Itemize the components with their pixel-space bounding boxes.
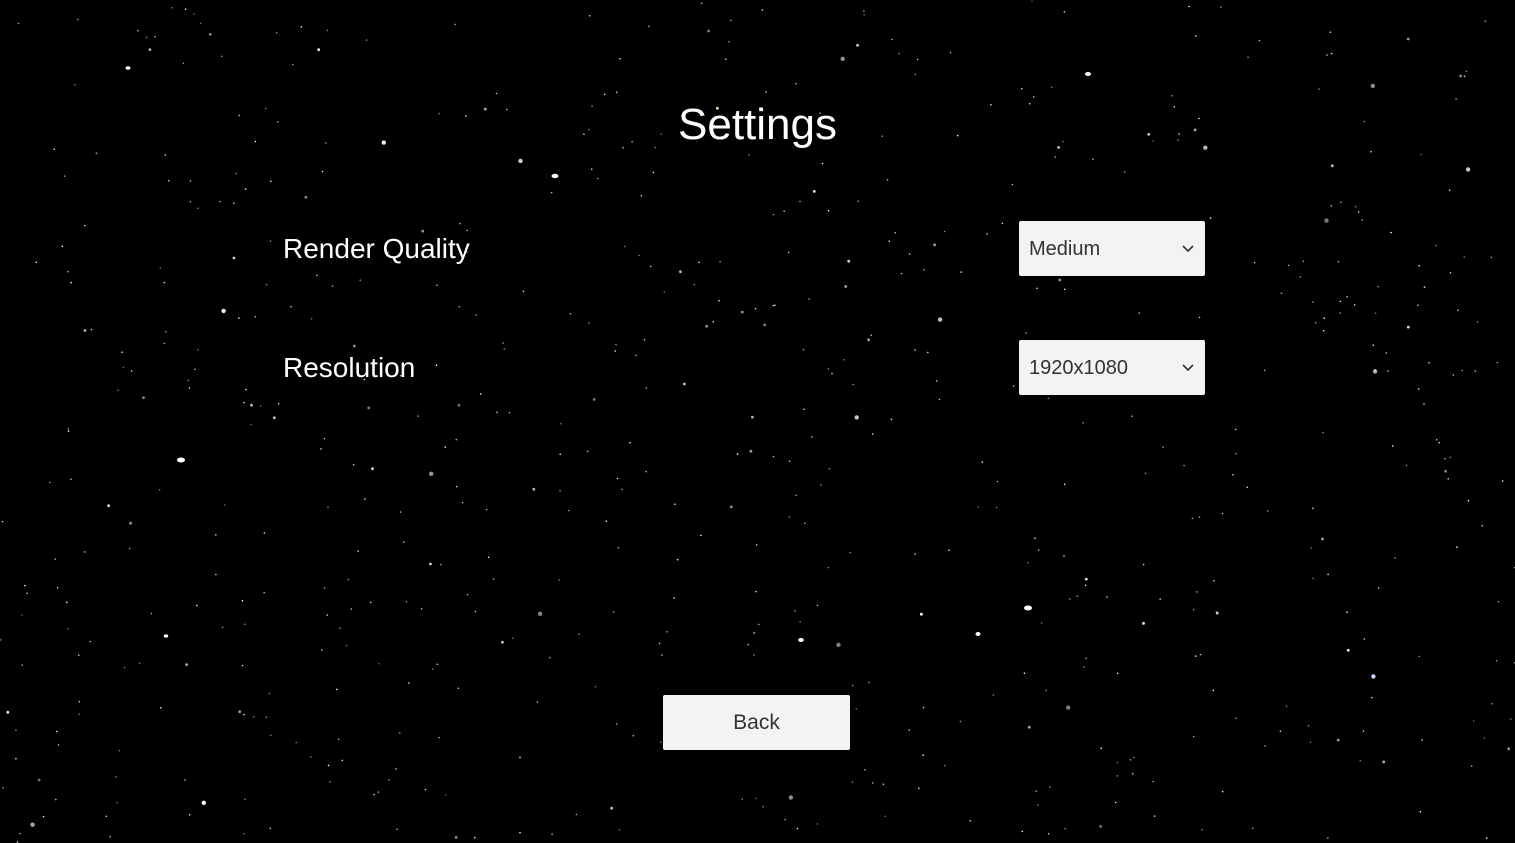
chevron-down-icon	[1181, 242, 1195, 256]
chevron-down-icon	[1181, 361, 1195, 375]
resolution-label: Resolution	[283, 352, 416, 383]
render-quality-label: Render Quality	[283, 233, 470, 264]
render-quality-value: Medium	[1029, 237, 1101, 260]
back-button[interactable]: Back	[663, 695, 850, 750]
resolution-value: 1920x1080	[1029, 356, 1128, 379]
page-title: Settings	[678, 100, 837, 149]
settings-screen: Settings Render Quality Medium Resolutio…	[0, 0, 1515, 843]
resolution-dropdown[interactable]: 1920x1080	[1019, 340, 1205, 395]
render-quality-dropdown[interactable]: Medium	[1019, 221, 1205, 276]
